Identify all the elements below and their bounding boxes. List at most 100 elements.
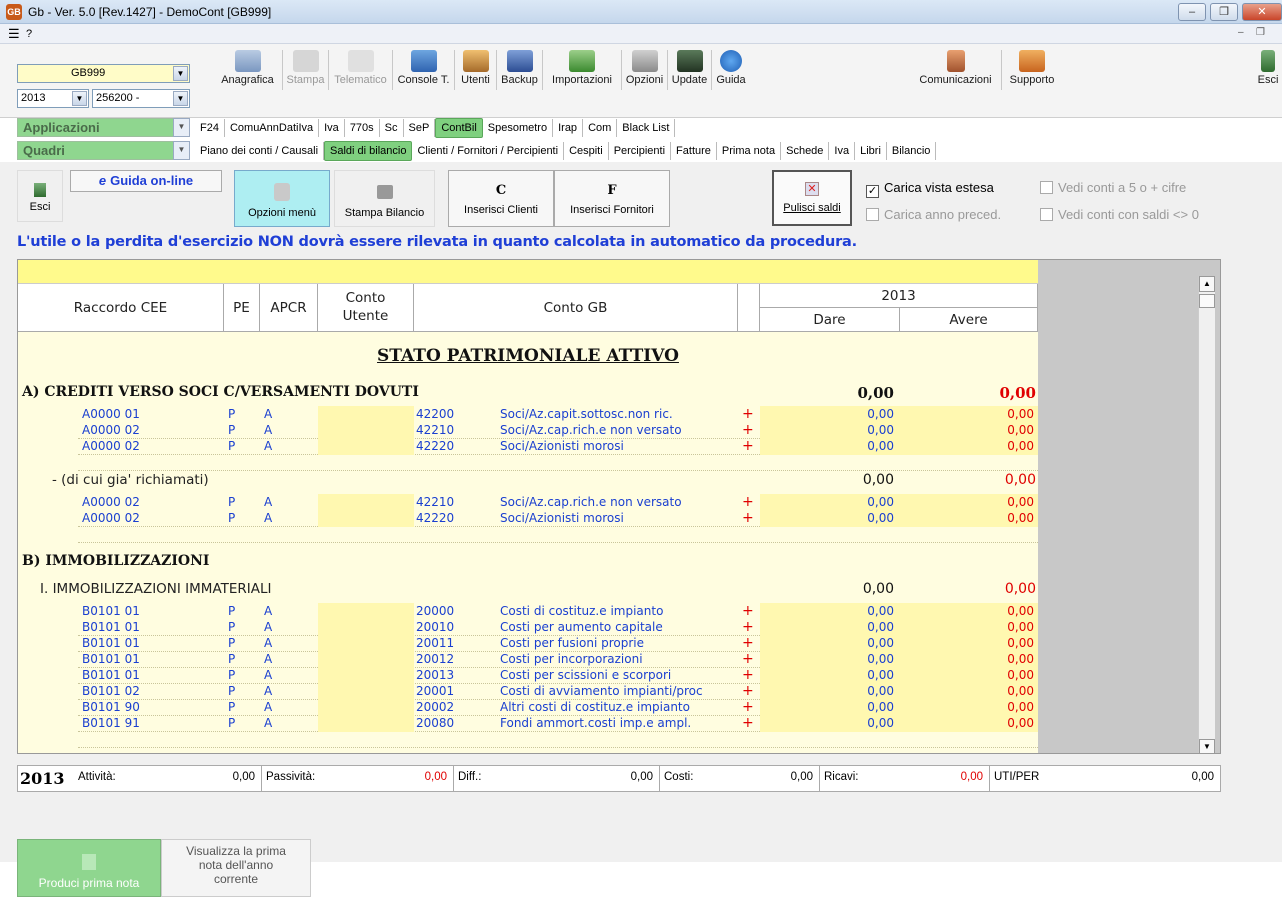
quadri-tab-schede[interactable]: Schede <box>781 142 830 160</box>
app-tabs: F24 ComuAnnDatiIva Iva 770s Sc SeP ContBil Spes… <box>195 118 676 138</box>
code-combo[interactable]: 256200 - ▼ <box>92 89 190 108</box>
conto-gb-code: 20001 <box>416 684 455 698</box>
quadri-tab-iva[interactable]: Iva <box>829 142 856 160</box>
conto-utente-cell[interactable] <box>318 667 414 684</box>
year-combo[interactable]: 2013 ▼ <box>17 89 89 108</box>
conto-utente-cell[interactable] <box>318 406 414 423</box>
conto-utente-cell[interactable] <box>318 651 414 668</box>
scroll-up-arrow-icon[interactable]: ▲ <box>1199 276 1215 292</box>
vertical-scrollbar[interactable]: ▲ ▼ <box>1198 276 1215 753</box>
balance-grid: Raccordo CEE PE APCR Conto Utente Conto … <box>17 259 1221 754</box>
exit-app-button[interactable]: Esci <box>1254 50 1282 90</box>
company-combo[interactable]: GB999 ▼ <box>17 64 190 83</box>
quadri-tab-bilancio[interactable]: Bilancio <box>887 142 937 160</box>
console-icon <box>410 50 437 72</box>
anagrafica-button[interactable]: Anagrafica <box>213 50 283 90</box>
telematico-button[interactable]: Telematico <box>329 50 393 90</box>
table-row[interactable] <box>78 526 1038 543</box>
conto-utente-cell[interactable] <box>318 438 414 455</box>
app-tab-com[interactable]: Com <box>583 119 618 137</box>
minimize-button[interactable]: – <box>1178 3 1206 21</box>
app-tab-comuanndatiiva[interactable]: ComuAnnDatiIva <box>225 119 320 137</box>
quadri-tab-fatture[interactable]: Fatture <box>671 142 717 160</box>
quadri-tab-libri[interactable]: Libri <box>855 142 887 160</box>
conto-gb-description: Costi di costituz.e impianto <box>500 604 664 618</box>
conto-utente-cell[interactable] <box>318 635 414 652</box>
guida-button[interactable]: Guida <box>712 50 750 90</box>
stampa-bilancio-button[interactable]: Stampa Bilancio <box>334 170 435 227</box>
supporto-button[interactable]: Supporto <box>1002 50 1062 90</box>
help-menu[interactable]: ? <box>26 28 32 40</box>
menu-icon[interactable]: ☰ <box>8 26 20 42</box>
conto-gb-description: Costi per fusioni proprie <box>500 636 644 650</box>
conto-utente-cell[interactable] <box>318 619 414 636</box>
table-row[interactable] <box>78 731 1038 748</box>
importazioni-button[interactable]: Importazioni <box>543 50 622 90</box>
conto-utente-cell[interactable] <box>318 603 414 620</box>
guida-online-button[interactable]: e Guida on-line <box>70 170 222 192</box>
avere-total: 0,00 <box>1004 472 1036 488</box>
quadri-tab-clienti-fornitori-percipienti[interactable]: Clienti / Fornitori / Percipienti <box>412 142 565 160</box>
quadri-tab-percipienti[interactable]: Percipienti <box>609 142 672 160</box>
console-button[interactable]: Console T. <box>393 50 455 90</box>
filter-row[interactable] <box>18 260 1038 284</box>
chevron-down-icon: ▼ <box>72 91 87 106</box>
dare-total: 0,00 <box>862 472 894 488</box>
mdi-minimize-icon[interactable]: – <box>1238 27 1244 38</box>
pulisci-saldi-button[interactable]: ✕ Pulisci saldi <box>772 170 852 226</box>
scroll-thumb[interactable] <box>1199 294 1215 308</box>
stato-patrimoniale-title: STATO PATRIMONIALE ATTIVO <box>377 346 679 366</box>
stampa-button[interactable]: Stampa <box>283 50 329 90</box>
avere-value: 0,00 <box>1007 511 1034 525</box>
apcr-value: A <box>264 439 273 453</box>
vedi-conti-5-checkbox[interactable]: Vedi conti a 5 o + cifre <box>1040 180 1186 195</box>
col-apcr: APCR <box>260 284 318 332</box>
app-tab-f24[interactable]: F24 <box>195 119 225 137</box>
title-bar: GB Gb - Ver. 5.0 [Rev.1427] - DemoCont [… <box>0 0 1282 24</box>
app-tab-black-list[interactable]: Black List <box>617 119 676 137</box>
inserisci-fornitori-button[interactable]: F Inserisci Fornitori <box>554 170 670 227</box>
table-row[interactable] <box>78 454 1038 471</box>
conto-utente-cell[interactable] <box>318 683 414 700</box>
app-tab-spesometro[interactable]: Spesometro <box>483 119 554 137</box>
app-tab-sep[interactable]: SeP <box>404 119 436 137</box>
conto-utente-cell[interactable] <box>318 715 414 732</box>
app-tab-contbil[interactable]: ContBil <box>435 118 483 138</box>
carica-vista-estesa-checkbox[interactable]: ✓ Carica vista estesa <box>866 180 994 198</box>
sign-value: + <box>742 406 754 422</box>
app-tab-iva[interactable]: Iva <box>319 119 345 137</box>
close-button[interactable]: ✕ <box>1242 3 1282 21</box>
app-tab-sc[interactable]: Sc <box>380 119 404 137</box>
quadri-tab-prima-nota[interactable]: Prima nota <box>717 142 782 160</box>
app-tab-irap[interactable]: Irap <box>553 119 584 137</box>
mdi-restore-icon[interactable]: ❐ <box>1256 27 1265 38</box>
quadri-tab-cespiti[interactable]: Cespiti <box>564 142 609 160</box>
maximize-button[interactable]: ❐ <box>1210 3 1238 21</box>
opzioni-button[interactable]: Opzioni <box>622 50 668 90</box>
avere-value: 0,00 <box>1007 636 1034 650</box>
chevron-down-icon: ▼ <box>173 91 188 106</box>
vedi-conti-saldi-checkbox[interactable]: Vedi conti con saldi <> 0 <box>1040 207 1199 222</box>
conto-utente-cell[interactable] <box>318 494 414 511</box>
conto-utente-cell[interactable] <box>318 510 414 527</box>
visualizza-prima-nota-button[interactable]: Visualizza la prima nota dell'anno corre… <box>161 839 311 897</box>
quadri-tab-piano-dei-conti-causali[interactable]: Piano dei conti / Causali <box>195 142 325 160</box>
inserisci-clienti-button[interactable]: C Inserisci Clienti <box>448 170 554 227</box>
esci-button[interactable]: Esci <box>17 170 63 222</box>
scroll-down-arrow-icon[interactable]: ▼ <box>1199 739 1215 753</box>
quadri-combo[interactable]: Quadri ▼ <box>17 141 190 160</box>
carica-anno-preced-checkbox[interactable]: Carica anno preced. <box>866 207 1001 222</box>
utenti-button[interactable]: Utenti <box>455 50 497 90</box>
update-button[interactable]: Update <box>668 50 712 90</box>
app-tab-770s[interactable]: 770s <box>345 119 380 137</box>
produci-prima-nota-button[interactable]: Produci prima nota <box>17 839 161 897</box>
backup-button[interactable]: Backup <box>497 50 543 90</box>
dare-value: 0,00 <box>867 652 894 666</box>
comunicazioni-button[interactable]: Comunicazioni <box>910 50 1002 90</box>
pe-value: P <box>228 684 236 698</box>
quadri-tab-saldi-di-bilancio[interactable]: Saldi di bilancio <box>324 141 413 161</box>
opzioni-menu-button[interactable]: Opzioni menù <box>234 170 330 227</box>
conto-utente-cell[interactable] <box>318 699 414 716</box>
applicazioni-combo[interactable]: Applicazioni ▼ <box>17 118 190 137</box>
conto-utente-cell[interactable] <box>318 422 414 439</box>
